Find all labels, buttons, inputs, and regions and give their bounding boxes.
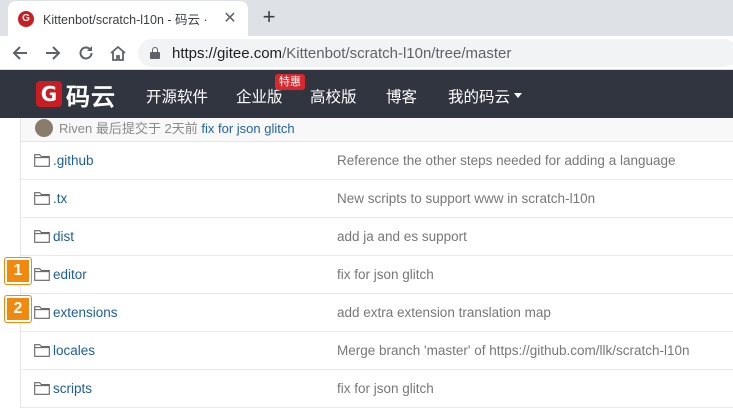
commit-message[interactable]: New scripts to support www in scratch-l1… [337,191,595,206]
home-icon[interactable] [106,41,130,65]
back-arrow-icon[interactable] [8,41,32,65]
file-name-link[interactable]: locales [53,343,95,358]
file-name-link[interactable]: .tx [53,191,67,206]
nav-blog[interactable]: 博客 [386,85,417,107]
reload-icon[interactable] [74,41,98,65]
folder-icon [34,306,50,319]
file-list: .github Reference the other steps needed… [20,142,733,408]
folder-icon [34,230,50,243]
file-row: extensions add extra extension translati… [21,294,733,332]
annotation-marker-2: 2 [5,296,31,322]
logo-text: 码云 [66,83,116,111]
commit-message[interactable]: fix for json glitch [337,381,434,396]
gitee-favicon-icon: G [18,10,34,27]
commit-message-link[interactable]: fix for json glitch [201,121,294,136]
nav-my-gitee[interactable]: 我的码云 [448,85,523,107]
commit-message[interactable]: fix for json glitch [337,267,434,282]
file-name-link[interactable]: editor [53,267,87,282]
gitee-logo[interactable]: G 码云 [36,80,116,111]
avatar[interactable] [35,118,53,137]
new-tab-button[interactable]: + [258,6,280,28]
forward-arrow-icon[interactable] [41,41,65,65]
promo-badge: 特惠 [275,74,305,90]
file-row: .github Reference the other steps needed… [21,142,733,180]
commit-message[interactable]: Reference the other steps needed for add… [337,153,676,168]
commit-message[interactable]: Merge branch 'master' of https://github.… [337,343,690,358]
file-row: editor fix for json glitch [21,256,733,294]
caret-down-icon [514,93,523,99]
file-name-link[interactable]: .github [53,153,94,168]
folder-icon [34,382,50,395]
nav-education[interactable]: 高校版 [310,85,357,107]
file-row: .tx New scripts to support www in scratc… [21,180,733,218]
folder-icon [34,268,50,281]
file-name-link[interactable]: extensions [53,305,118,320]
file-row: locales Merge branch 'master' of https:/… [21,332,733,370]
browser-tab-strip: G Kittenbot/scratch-l10n - 码云 · ✕ + [0,0,733,36]
file-name-link[interactable]: scripts [53,381,92,396]
annotation-marker-1: 1 [5,258,31,284]
folder-icon [34,192,50,205]
folder-icon [34,154,50,167]
folder-icon [34,344,50,357]
nav-open-source[interactable]: 开源软件 [146,85,208,107]
close-tab-icon[interactable]: ✕ [222,10,238,27]
lock-icon [150,47,160,59]
browser-tab[interactable]: G Kittenbot/scratch-l10n - 码云 · ✕ [8,1,248,36]
file-row: scripts fix for json glitch [21,370,733,408]
tab-title: Kittenbot/scratch-l10n - 码云 · [43,13,208,27]
last-commit-info: Riven 最后提交于 2天前 fix for json glitch [59,121,295,136]
last-commit-bar: Riven 最后提交于 2天前 fix for json glitch [20,118,733,142]
file-row: dist add ja and es support [21,218,733,256]
gitee-logo-icon: G [36,81,62,107]
url-text: https://gitee.com/Kittenbot/scratch-l10n… [172,44,512,62]
site-header: G 码云 开源软件 企业版 特惠 高校版 博客 我的码云 [0,70,733,118]
commit-message[interactable]: add ja and es support [337,229,467,244]
commit-message[interactable]: add extra extension translation map [337,305,551,320]
file-name-link[interactable]: dist [53,229,74,244]
address-bar[interactable]: https://gitee.com/Kittenbot/scratch-l10n… [138,39,733,67]
browser-toolbar: https://gitee.com/Kittenbot/scratch-l10n… [0,36,733,70]
